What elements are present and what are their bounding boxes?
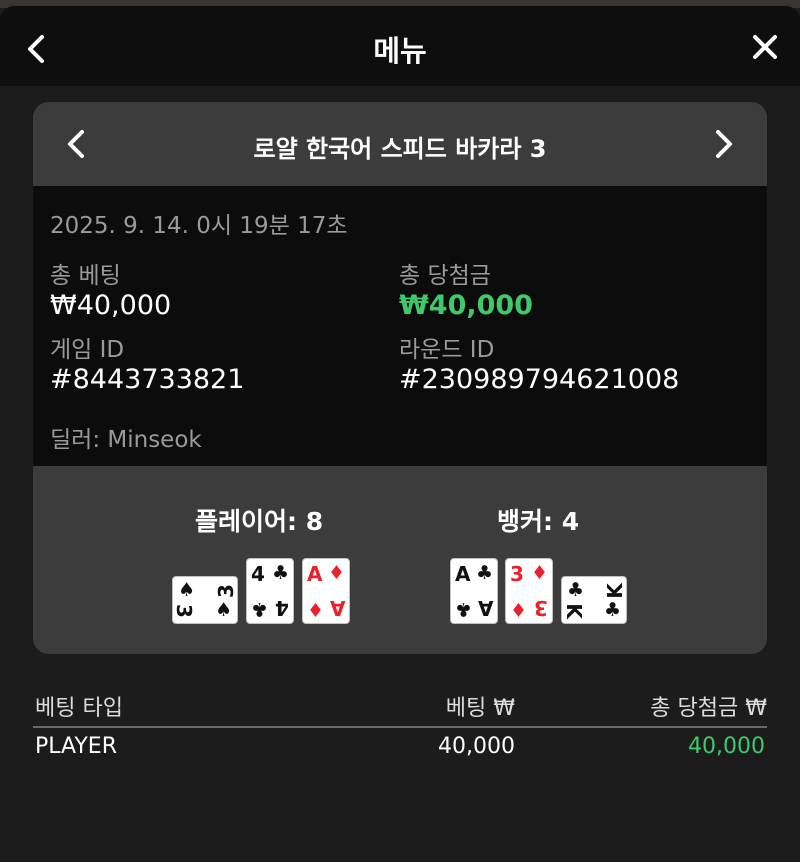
card-suit: ♣: [567, 579, 585, 601]
player-hand-label: 플레이어: 8: [195, 507, 324, 536]
card-rank: A: [307, 562, 323, 586]
player-card-2: 4 ♣ ♣ 4: [246, 558, 294, 624]
chevron-right-icon: [716, 130, 732, 158]
round-card-header: 로얄 한국어 스피드 바카라 3: [33, 102, 767, 186]
card-suit: ♣: [251, 598, 269, 620]
round-id-value: #230989794621008: [399, 364, 680, 395]
col-header-type: 베팅 타입: [35, 696, 123, 721]
total-win-label: 총 당첨금: [399, 263, 491, 289]
card-rank: 3: [510, 562, 524, 586]
card-rank: 4: [275, 596, 289, 620]
close-icon: [753, 35, 777, 59]
card-suit: ♦: [530, 562, 548, 584]
round-card: 로얄 한국어 스피드 바카라 3 2025. 9. 14. 0시 19분 17초…: [33, 102, 767, 654]
card-rank: A: [455, 562, 471, 586]
close-button[interactable]: [748, 30, 782, 64]
card-rank: 3: [214, 584, 239, 598]
banker-hand-label: 뱅커: 4: [497, 507, 580, 536]
card-suit: ♠: [214, 599, 232, 621]
dealer-name: 딜러: Minseok: [50, 427, 202, 453]
total-bet-label: 총 베팅: [50, 263, 121, 289]
card-rank: A: [329, 596, 345, 620]
table-divider: [33, 726, 767, 728]
round-datetime: 2025. 9. 14. 0시 19분 17초: [50, 213, 348, 239]
card-suit: ♦: [510, 598, 528, 620]
card-rank: 3: [171, 604, 196, 618]
menu-title: 메뉴: [373, 34, 427, 68]
card-suit: ♠: [178, 579, 196, 601]
game-id-label: 게임 ID: [50, 337, 125, 363]
card-rank: 3: [534, 596, 548, 620]
player-card-1: A ♦ ♦ A: [302, 558, 350, 624]
hands-panel: 플레이어: 8 뱅커: 4 ♠ 3 3 ♠ 4 ♣ ♣ 4 A ♦ ♦ A A …: [33, 466, 767, 654]
round-info: 2025. 9. 14. 0시 19분 17초 총 베팅 ₩40,000 총 당…: [33, 186, 767, 466]
game-id-value: #8443733821: [50, 364, 245, 395]
row-bet-amount: 40,000: [438, 734, 515, 759]
card-rank: A: [477, 596, 493, 620]
col-header-bet: 베팅 ₩: [445, 696, 515, 721]
card-suit: ♦: [307, 598, 325, 620]
row-bet-type: PLAYER: [35, 734, 117, 759]
total-win-value: ₩40,000: [399, 290, 533, 321]
card-rank: 4: [251, 562, 265, 586]
row-win-amount: 40,000: [688, 734, 765, 759]
banker-card-2: 3 ♦ ♦ 3: [505, 558, 553, 624]
menu-header: 메뉴: [0, 6, 800, 86]
card-suit: ♦: [327, 562, 345, 584]
col-header-win: 총 당첨금 ₩: [650, 696, 767, 721]
card-suit: ♣: [475, 562, 493, 584]
card-suit: ♣: [271, 562, 289, 584]
banker-card-3: ♣ K K ♣: [561, 576, 627, 624]
card-rank: K: [561, 603, 586, 619]
round-id-label: 라운드 ID: [399, 337, 495, 363]
card-rank: K: [602, 583, 627, 599]
total-bet-value: ₩40,000: [50, 290, 172, 321]
banker-card-1: A ♣ ♣ A: [450, 558, 498, 624]
game-title: 로얄 한국어 스피드 바카라 3: [253, 135, 547, 163]
next-round-button[interactable]: [709, 126, 739, 162]
player-card-3: ♠ 3 3 ♠: [172, 576, 238, 624]
card-suit: ♣: [455, 598, 473, 620]
card-suit: ♣: [603, 599, 621, 621]
